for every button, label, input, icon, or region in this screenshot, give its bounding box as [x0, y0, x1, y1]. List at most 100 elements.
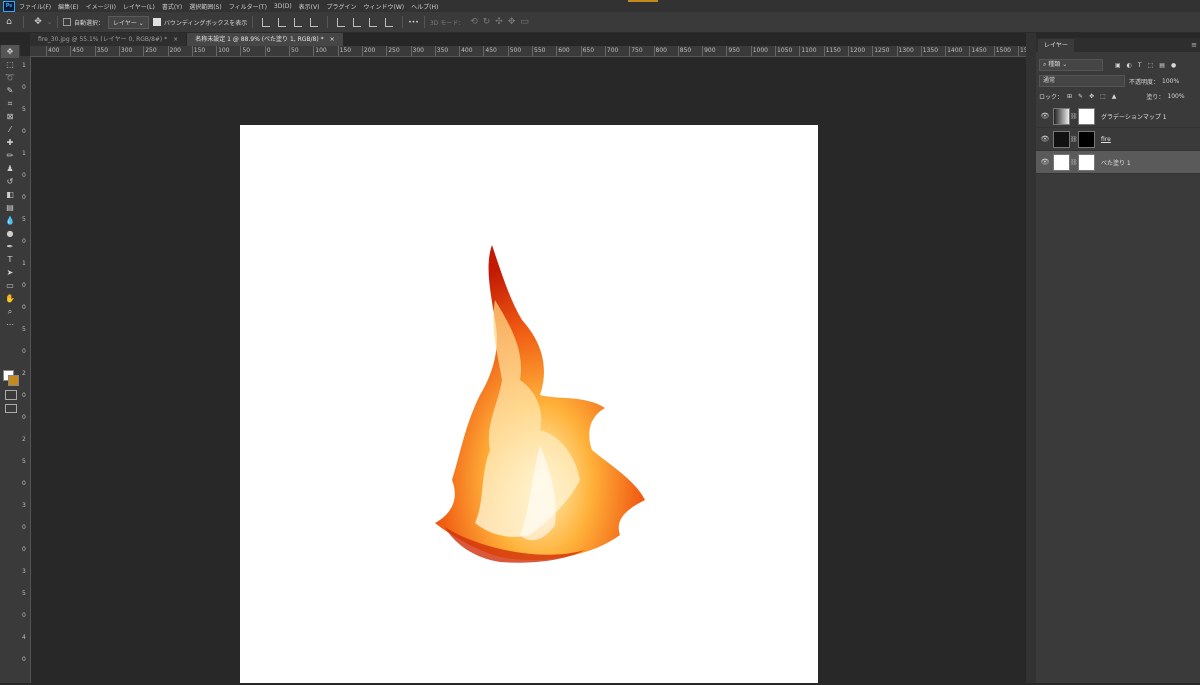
- menu-bar: Ps ファイル(F) 編集(E) イメージ(I) レイヤー(L) 書式(Y) 選…: [0, 0, 1200, 12]
- menu-edit[interactable]: 編集(E): [58, 2, 78, 11]
- document-canvas[interactable]: [240, 125, 818, 683]
- filter-smart-object-icon[interactable]: ▤: [1159, 62, 1165, 69]
- visibility-eye-icon[interactable]: 👁: [1039, 135, 1051, 143]
- visibility-eye-icon[interactable]: 👁: [1039, 112, 1051, 120]
- marquee-tool-icon[interactable]: ⬚: [1, 58, 19, 71]
- eyedropper-tool-icon[interactable]: ⁄: [1, 123, 19, 136]
- crop-tool-icon[interactable]: ⌗: [1, 97, 19, 110]
- menu-filter[interactable]: フィルター(T): [229, 2, 267, 11]
- orbit-3d-icon[interactable]: ⟲: [470, 17, 478, 27]
- home-icon[interactable]: ⌂: [3, 16, 15, 28]
- align-bottom-icon[interactable]: [369, 17, 378, 27]
- menu-type[interactable]: 書式(Y): [162, 2, 182, 11]
- tab-label: fire_30.jpg @ 55.1% (レイヤー 0, RGB/8#) *: [38, 36, 168, 43]
- ruler-tick-label: 800: [655, 47, 667, 54]
- ruler-tick-label: 1250: [874, 47, 890, 54]
- align-top-icon[interactable]: [337, 17, 346, 27]
- ruler-tick-label: 5: [22, 106, 26, 113]
- layer-row-solid-fill[interactable]: 👁 ⛓ べた塗り 1: [1036, 151, 1200, 174]
- align-middle-icon[interactable]: [353, 17, 362, 27]
- menu-select[interactable]: 選択範囲(S): [189, 2, 222, 11]
- healing-brush-tool-icon[interactable]: ✚: [1, 136, 19, 149]
- lock-image-icon[interactable]: ✎: [1078, 93, 1083, 100]
- align-left-icon[interactable]: [262, 17, 271, 27]
- layer-row-fire[interactable]: 👁 ⛓ fire: [1036, 128, 1200, 151]
- path-select-tool-icon[interactable]: ➤: [1, 266, 19, 279]
- filter-type-icon[interactable]: T: [1138, 62, 1142, 69]
- tab-untitled-1[interactable]: 名称未設定 1 @ 88.9% (べた塗り 1, RGB/8) * ×: [187, 33, 343, 46]
- visibility-eye-icon[interactable]: 👁: [1039, 158, 1051, 166]
- rectangle-tool-icon[interactable]: ▭: [1, 279, 19, 292]
- ruler-tick-label: 400: [48, 47, 60, 54]
- ruler-tick: [993, 46, 995, 56]
- history-brush-tool-icon[interactable]: ↺: [1, 175, 19, 188]
- menu-layer[interactable]: レイヤー(L): [123, 2, 155, 11]
- filter-toggle-icon[interactable]: ●: [1171, 62, 1176, 69]
- panel-menu-icon[interactable]: ≡: [1191, 41, 1197, 49]
- ruler-tick-label: 0: [22, 480, 26, 487]
- auto-select-target-dropdown[interactable]: レイヤー ⌄: [108, 15, 149, 29]
- opacity-field[interactable]: 100%: [1162, 78, 1179, 85]
- menu-window[interactable]: ウィンドウ(W): [363, 2, 404, 11]
- pan-3d-icon[interactable]: ✣: [495, 17, 503, 27]
- more-options-button[interactable]: •••: [408, 19, 419, 26]
- menu-image[interactable]: イメージ(I): [86, 2, 116, 11]
- auto-select-checkbox[interactable]: [63, 18, 72, 26]
- lock-all-icon[interactable]: ▲: [1112, 93, 1117, 100]
- hand-tool-icon[interactable]: ✋: [1, 292, 19, 305]
- camera-3d-icon[interactable]: ▭: [520, 17, 529, 27]
- menu-view[interactable]: 表示(V): [299, 2, 320, 11]
- ruler-tick-label: 700: [606, 47, 619, 54]
- bounding-box-checkbox[interactable]: [152, 18, 161, 26]
- filter-pixel-icon[interactable]: ▣: [1115, 62, 1121, 69]
- pen-tool-icon[interactable]: ✒: [1, 240, 19, 253]
- move-tool-icon[interactable]: ✥: [1, 45, 19, 58]
- distribute-vertical-icon[interactable]: [385, 17, 394, 27]
- tool-preset-chevron-icon[interactable]: ⌄: [47, 19, 52, 26]
- divider: [327, 16, 329, 28]
- blur-tool-icon[interactable]: 💧: [1, 214, 19, 227]
- slide-3d-icon[interactable]: ✥: [508, 17, 516, 27]
- align-right-icon[interactable]: [294, 17, 303, 27]
- distribute-icon[interactable]: [310, 17, 319, 27]
- lock-position-icon[interactable]: ✥: [1089, 93, 1094, 100]
- eraser-tool-icon[interactable]: ◧: [1, 188, 19, 201]
- layer-row-gradient-map[interactable]: 👁 ⛓ グラデーションマップ 1: [1036, 105, 1200, 128]
- more-tools-icon[interactable]: ⋯: [1, 318, 19, 331]
- filter-adjustment-icon[interactable]: ◐: [1127, 62, 1132, 69]
- zoom-tool-icon[interactable]: ⌕: [1, 305, 19, 318]
- blend-opacity-row: 通常 不透明度： 100%: [1036, 74, 1200, 88]
- lock-artboard-icon[interactable]: ⬚: [1100, 93, 1106, 100]
- align-center-icon[interactable]: [278, 17, 287, 27]
- tab-fire-30[interactable]: fire_30.jpg @ 55.1% (レイヤー 0, RGB/8#) * ×: [30, 33, 187, 46]
- ruler-tick-label: 450: [72, 47, 84, 54]
- opacity-label: 不透明度：: [1129, 78, 1160, 86]
- menu-help[interactable]: ヘルプ(H): [411, 2, 438, 11]
- frame-tool-icon[interactable]: ⊠: [1, 110, 19, 123]
- clone-stamp-tool-icon[interactable]: ♟: [1, 162, 19, 175]
- lock-transparency-icon[interactable]: ⊞: [1067, 93, 1072, 100]
- background-color-swatch[interactable]: [8, 375, 19, 386]
- gradient-tool-icon[interactable]: ▤: [1, 201, 19, 214]
- type-tool-icon[interactable]: T: [1, 253, 19, 266]
- menu-3d[interactable]: 3D(D): [274, 3, 292, 10]
- quick-select-tool-icon[interactable]: ✎: [1, 84, 19, 97]
- tab-layers[interactable]: レイヤー: [1038, 39, 1074, 52]
- dodge-tool-icon[interactable]: ●: [1, 227, 19, 240]
- menu-file[interactable]: ファイル(F): [19, 2, 51, 11]
- move-tool-icon[interactable]: ✥: [32, 16, 44, 28]
- ruler-tick-label: 1: [22, 150, 26, 157]
- screen-mode-icon[interactable]: [5, 404, 17, 413]
- filter-shape-icon[interactable]: ⬚: [1148, 62, 1154, 69]
- blend-mode-dropdown[interactable]: 通常: [1039, 75, 1125, 87]
- close-icon[interactable]: ×: [173, 36, 178, 43]
- layer-name: べた塗り 1: [1101, 159, 1131, 167]
- quick-mask-icon[interactable]: [5, 390, 17, 400]
- menu-plugins[interactable]: プラグイン: [326, 2, 356, 11]
- close-icon[interactable]: ×: [330, 36, 335, 43]
- roll-3d-icon[interactable]: ↻: [483, 17, 491, 27]
- brush-tool-icon[interactable]: ✏: [1, 149, 19, 162]
- fill-field[interactable]: 100%: [1167, 93, 1184, 100]
- filter-kind-dropdown[interactable]: ⌕ 種類 ⌄: [1039, 59, 1103, 71]
- lasso-tool-icon[interactable]: ➰: [1, 71, 19, 84]
